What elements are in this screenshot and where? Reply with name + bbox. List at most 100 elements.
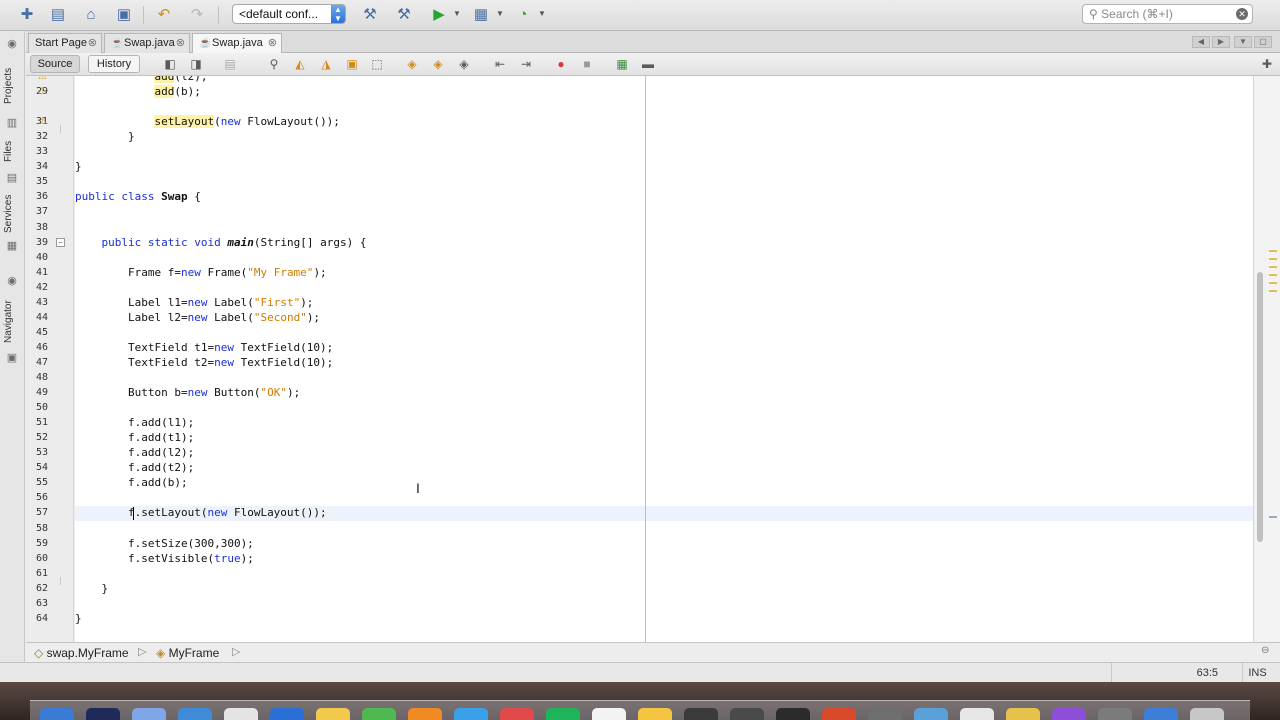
shift-right-icon[interactable]: ⇥ [518, 56, 534, 72]
start-macro-icon[interactable]: ● [553, 56, 569, 72]
toggle-highlight-icon[interactable]: ▣ [344, 56, 360, 72]
dock-app-icon[interactable] [1098, 708, 1132, 720]
run-icon[interactable]: ▶ [428, 5, 450, 25]
breadcrumb-scroll-icon[interactable]: ⊖ [1261, 645, 1269, 656]
dock-app-icon[interactable] [914, 708, 948, 720]
search-input[interactable]: ⚲ Search (⌘+I) ✕ [1082, 4, 1253, 24]
error-stripe-mark[interactable] [1269, 250, 1277, 252]
code-line[interactable]: TextField t1=new TextField(10); [75, 340, 333, 355]
code-line[interactable]: add(b); [75, 84, 201, 99]
toggle-bookmark-icon[interactable]: ◈ [456, 56, 472, 72]
navigator-panel-tab[interactable]: Navigator [3, 296, 22, 348]
dock-app-icon[interactable] [40, 708, 74, 720]
source-view-button[interactable]: Source [30, 55, 80, 73]
dock-app-icon[interactable] [132, 708, 166, 720]
shift-left-icon[interactable]: ⇤ [492, 56, 508, 72]
code-line[interactable]: add(l2); [75, 76, 207, 84]
stop-macro-icon[interactable]: ■ [579, 56, 595, 72]
history-view-button[interactable]: History [88, 55, 140, 73]
code-line[interactable]: Label l2=new Label("Second"); [75, 310, 320, 325]
dock-app-icon[interactable] [822, 708, 856, 720]
code-line[interactable]: f.add(l1); [75, 415, 194, 430]
files-panel-tab[interactable]: Files [3, 135, 22, 167]
forward-icon[interactable]: ▤ [222, 56, 238, 72]
tab-swap-java-2[interactable]: ☕Swap.java ⊗ [192, 33, 282, 53]
dock-app-icon[interactable] [1006, 708, 1040, 720]
debug-icon[interactable]: ▦ [470, 5, 492, 25]
uncomment-icon[interactable]: ▬ [640, 56, 656, 72]
dock-app-icon[interactable] [500, 708, 534, 720]
toggle-rect-selection-icon[interactable]: ⬚ [369, 56, 385, 72]
dock-app-icon[interactable] [178, 708, 212, 720]
close-icon[interactable]: ⊗ [268, 34, 277, 52]
chevron-down-icon[interactable]: ▼ [538, 9, 546, 18]
profile-icon[interactable]: ◔ [512, 5, 534, 25]
redo-icon[interactable]: ↷ [186, 5, 208, 25]
dock-app-icon[interactable] [224, 708, 258, 720]
code-line[interactable]: f.add(b); [75, 475, 188, 490]
dock-app-icon[interactable] [408, 708, 442, 720]
error-stripe-mark[interactable] [1269, 258, 1277, 260]
dock-app-icon[interactable] [684, 708, 718, 720]
previous-bookmark-icon[interactable]: ◈ [404, 56, 420, 72]
code-line[interactable]: setLayout(new FlowLayout()); [75, 114, 340, 129]
code-line[interactable]: public static void main(String[] args) { [75, 235, 367, 250]
warning-icon[interactable]: ⚠ [38, 116, 50, 128]
dock-app-icon[interactable] [1144, 708, 1178, 720]
chevron-down-icon[interactable]: ▼ [453, 9, 461, 18]
close-icon[interactable]: ⊗ [88, 34, 97, 52]
navigator-options-icon[interactable]: ◉ [5, 274, 19, 288]
dock-app-icon[interactable] [546, 708, 580, 720]
open-project-icon[interactable]: ⌂ [80, 5, 102, 25]
dock-app-icon[interactable] [776, 708, 810, 720]
new-project-icon[interactable]: ▤ [47, 5, 69, 25]
code-line[interactable]: TextField t2=new TextField(10); [75, 355, 333, 370]
code-line[interactable]: Button b=new Button("OK"); [75, 385, 300, 400]
dock-app-icon[interactable] [592, 708, 626, 720]
dock-app-icon[interactable] [316, 708, 350, 720]
build-hammer-icon[interactable]: ⚒ [359, 5, 381, 25]
warning-icon[interactable]: ⚠ [38, 76, 50, 83]
code-line[interactable]: f.setLayout(new FlowLayout()); [75, 505, 327, 520]
code-line[interactable]: f.add(l2); [75, 445, 194, 460]
back-icon[interactable]: ◨ [188, 56, 204, 72]
code-line[interactable]: } [75, 581, 108, 596]
dock-app-icon[interactable] [1052, 708, 1086, 720]
new-file-icon[interactable]: ✚ [16, 5, 38, 25]
dock-app-icon[interactable] [454, 708, 488, 720]
projects-panel-tab[interactable]: Projects [3, 61, 22, 111]
find-previous-icon[interactable]: ◭ [292, 56, 308, 72]
services-panel-tab[interactable]: Services [3, 191, 22, 237]
split-editor-icon[interactable]: ✚ [1259, 56, 1275, 72]
panel-options-icon[interactable]: ◉ [5, 37, 19, 51]
breadcrumb-class[interactable]: ◈ MyFrame [156, 645, 219, 661]
fold-collapse-icon[interactable]: − [56, 237, 65, 247]
code-editor[interactable]: add(l2); add(b); setLayout(new FlowLayou… [75, 76, 1253, 642]
undo-icon[interactable]: ↶ [153, 5, 175, 25]
save-all-icon[interactable]: ▣ [113, 5, 135, 25]
breadcrumb-package[interactable]: ◇ swap.MyFrame [34, 645, 129, 661]
dock-app-icon[interactable] [730, 708, 764, 720]
tab-list-icon[interactable]: ▼ [1234, 36, 1252, 48]
code-line[interactable]: Frame f=new Frame("My Frame"); [75, 265, 327, 280]
code-line[interactable]: } [75, 159, 82, 174]
tab-start-page[interactable]: Start Page ⊗ [28, 33, 102, 53]
configuration-select[interactable]: <default conf... ▲ ▼ [232, 4, 346, 24]
find-next-icon[interactable]: ◮ [318, 56, 334, 72]
code-line[interactable]: f.setSize(300,300); [75, 536, 254, 551]
clean-build-icon[interactable]: ⚒ [393, 5, 415, 25]
code-line[interactable]: } [75, 129, 135, 144]
code-line[interactable]: f.setVisible(true); [75, 551, 254, 566]
close-icon[interactable]: ⊗ [176, 34, 185, 52]
tab-swap-java-1[interactable]: ☕Swap.java ⊗ [104, 33, 190, 53]
code-line[interactable]: } [75, 611, 82, 626]
dock-app-icon[interactable] [362, 708, 396, 720]
error-stripe-mark[interactable] [1269, 282, 1277, 284]
code-line[interactable]: Label l1=new Label("First"); [75, 295, 313, 310]
scrollbar-thumb[interactable] [1257, 272, 1263, 542]
next-bookmark-icon[interactable]: ◈ [430, 56, 446, 72]
clear-search-icon[interactable]: ✕ [1236, 8, 1248, 20]
dock-app-icon[interactable] [86, 708, 120, 720]
scroll-tabs-right-icon[interactable]: ▶ [1212, 36, 1230, 48]
code-line[interactable]: f.add(t1); [75, 430, 194, 445]
